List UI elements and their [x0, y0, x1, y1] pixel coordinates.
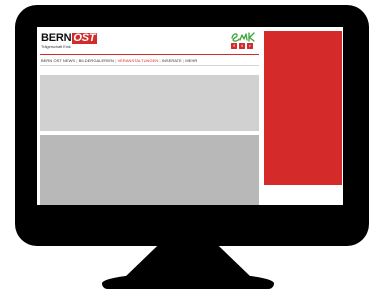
logo-subtitle: Trägerschaft Emk	[41, 45, 71, 49]
nav-separator: |	[115, 58, 117, 63]
nav-divider-top	[40, 54, 259, 55]
facebook-icon[interactable]: f	[231, 43, 237, 49]
social-links: ftr	[231, 43, 253, 49]
monitor-neck	[125, 243, 251, 277]
twitter-icon[interactable]: t	[239, 43, 245, 49]
nav-separator: |	[159, 58, 161, 63]
nav-separator: |	[183, 58, 185, 63]
nav-item-veranstaltungen[interactable]: VERANSTALTUNGEN	[117, 58, 158, 63]
nav-item-inserate[interactable]: INSERATE	[162, 58, 182, 63]
site-logo[interactable]: BERN OST Trägerschaft Emk	[41, 32, 98, 49]
monitor-stand	[102, 273, 274, 289]
monitor-screen: BERN OST Trägerschaft Emk ftr BERN OST N…	[37, 27, 343, 205]
content-placeholder-bottom	[40, 135, 259, 205]
site-header: BERN OST Trägerschaft Emk ftr	[37, 27, 259, 57]
nav-separator: |	[76, 58, 78, 63]
emk-logo-icon	[231, 32, 255, 42]
content-placeholder-top	[40, 75, 259, 131]
rss-icon[interactable]: r	[247, 43, 253, 49]
nav-item-bern-ost-news[interactable]: BERN OST NEWS	[41, 58, 75, 63]
main-navigation: BERN OST NEWS | BILDERGALERIEN | VERANSTALTU…	[41, 58, 197, 63]
monitor-illustration: BERN OST Trägerschaft Emk ftr BERN OST N…	[0, 0, 376, 293]
nav-item-bildergalerien[interactable]: BILDERGALERIEN	[79, 58, 114, 63]
logo-text-bern: BERN	[41, 32, 72, 44]
sidebar-red-panel	[264, 31, 342, 185]
logo-text-ost: OST	[72, 32, 98, 44]
nav-item-mehr[interactable]: MEHR	[185, 58, 197, 63]
nav-divider-bottom	[40, 65, 259, 66]
